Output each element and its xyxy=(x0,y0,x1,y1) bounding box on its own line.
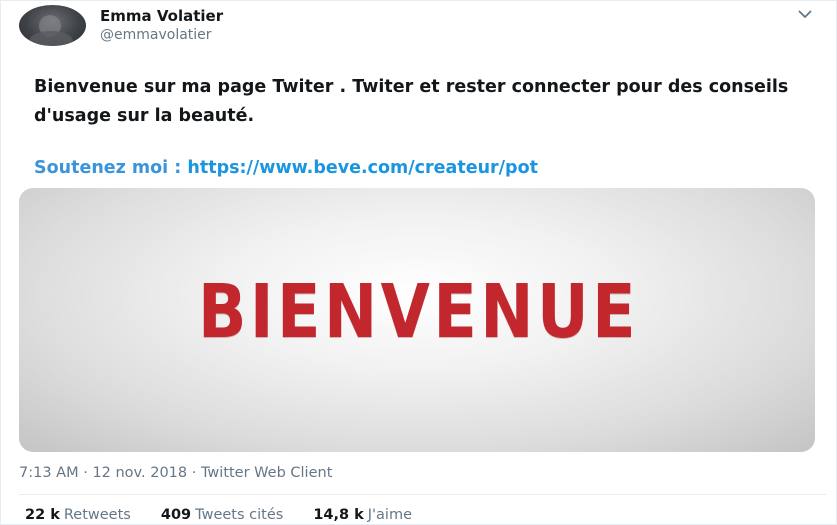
quotes-stat[interactable]: 409 Tweets cités xyxy=(161,506,283,524)
meta-separator: · xyxy=(78,465,93,481)
author-names: Emma Volatier @emmavolatier xyxy=(100,7,223,44)
support-link[interactable]: https://www.beve.com/createur/pot xyxy=(187,158,538,178)
retweets-stat[interactable]: 22 k Retweets xyxy=(25,506,131,524)
meta-separator: · xyxy=(187,465,201,481)
quotes-label: Tweets cités xyxy=(195,507,284,523)
tweet-meta: 7:13 AM · 12 nov. 2018 · Twitter Web Cli… xyxy=(19,464,332,482)
likes-stat[interactable]: 14,8 k J'aime xyxy=(313,506,412,524)
tweet-client[interactable]: Twitter Web Client xyxy=(201,465,332,481)
media-bienvenue-text: BIENVENUE xyxy=(197,269,640,355)
likes-count: 14,8 k xyxy=(313,507,364,523)
chevron-down-icon[interactable] xyxy=(796,7,814,21)
tweet-card: Emma Volatier @emmavolatier Bienvenue su… xyxy=(0,0,837,525)
divider xyxy=(19,494,826,495)
likes-label: J'aime xyxy=(367,507,413,523)
chevron-down-icon-svg xyxy=(798,10,812,18)
tweet-time[interactable]: 7:13 AM xyxy=(19,465,79,481)
avatar-icon[interactable] xyxy=(19,4,86,46)
tweet-date[interactable]: 12 nov. 2018 xyxy=(92,465,187,481)
avatar-body-shape xyxy=(29,30,73,46)
retweets-label: Retweets xyxy=(63,507,131,523)
tweet-stats: 22 k Retweets 409 Tweets cités 14,8 k J'aim… xyxy=(25,506,412,524)
support-line: Soutenez moi : https://www.beve.com/crea… xyxy=(34,154,538,183)
support-label: Soutenez moi : xyxy=(34,158,188,178)
retweets-count: 22 k xyxy=(25,507,60,523)
tweet-header: Emma Volatier @emmavolatier xyxy=(19,3,223,47)
display-name[interactable]: Emma Volatier xyxy=(100,7,223,25)
tweet-text: Bienvenue sur ma page Twiter . Twiter et… xyxy=(34,77,789,126)
user-handle[interactable]: @emmavolatier xyxy=(100,26,223,44)
quotes-count: 409 xyxy=(160,507,192,523)
